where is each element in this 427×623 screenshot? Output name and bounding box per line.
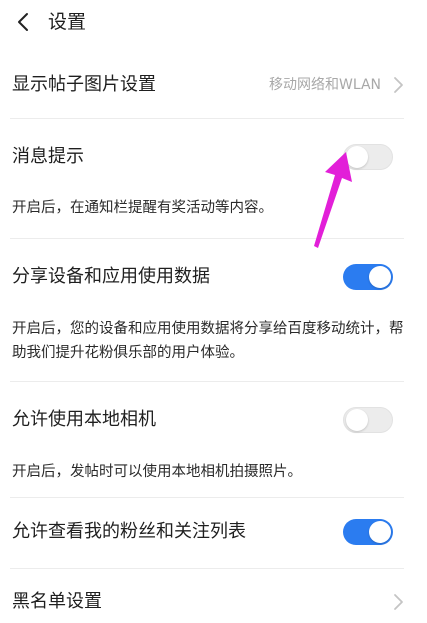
fans-list-toggle[interactable]: [343, 519, 393, 545]
notifications-description: 开启后，在通知栏提醒有奖活动等内容。: [12, 200, 273, 216]
fans-list-label: 允许查看我的粉丝和关注列表: [12, 521, 246, 542]
share-data-toggle[interactable]: [343, 264, 393, 290]
share-data-row: 分享设备和应用使用数据 开启后，您的设备和应用使用数据将分享给百度移动统计，帮助…: [0, 250, 427, 375]
divider: [10, 497, 404, 498]
divider: [10, 568, 404, 569]
back-button[interactable]: [6, 5, 40, 39]
toggle-knob: [346, 146, 368, 168]
toggle-knob: [369, 521, 391, 543]
image-settings-row[interactable]: 显示帖子图片设置 移动网络和WLAN: [0, 58, 427, 114]
image-settings-label: 显示帖子图片设置: [12, 74, 156, 95]
chevron-right-icon: [394, 594, 403, 610]
local-camera-description: 开启后，发帖时可以使用本地相机拍摄照片。: [12, 464, 302, 480]
image-settings-value: 移动网络和WLAN: [268, 77, 381, 93]
divider: [10, 238, 404, 239]
notifications-row: 消息提示 开启后，在通知栏提醒有奖活动等内容。: [0, 130, 427, 230]
blacklist-row[interactable]: 黑名单设置: [0, 576, 427, 623]
share-data-description: 开启后，您的设备和应用使用数据将分享给百度移动统计，帮助我们提升花粉俱乐部的用户…: [12, 321, 404, 361]
blacklist-label: 黑名单设置: [12, 591, 102, 612]
share-data-label: 分享设备和应用使用数据: [12, 266, 210, 287]
page-title: 设置: [48, 11, 87, 33]
notifications-toggle[interactable]: [343, 144, 393, 170]
local-camera-label: 允许使用本地相机: [12, 409, 156, 430]
divider: [10, 118, 404, 119]
chevron-right-icon: [394, 77, 403, 93]
toggle-knob: [346, 409, 368, 431]
chevron-left-icon: [18, 13, 28, 31]
toggle-knob: [369, 266, 391, 288]
local-camera-row: 允许使用本地相机 开启后，发帖时可以使用本地相机拍摄照片。: [0, 393, 427, 493]
fans-list-row: 允许查看我的粉丝和关注列表: [0, 505, 427, 561]
notifications-label: 消息提示: [12, 146, 84, 167]
local-camera-toggle[interactable]: [343, 407, 393, 433]
header-bar: 设置: [0, 0, 427, 46]
divider: [10, 381, 404, 382]
